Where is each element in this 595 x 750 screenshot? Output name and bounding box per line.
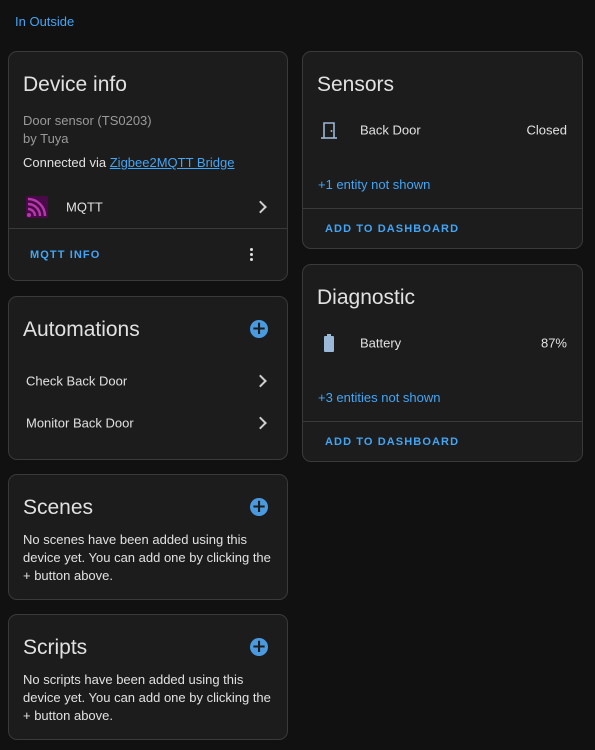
chevron-right-icon [254,374,267,388]
automation-label: Check Back Door [26,373,128,389]
diagnostic-title: Diagnostic [317,286,416,309]
battery-icon [324,334,334,352]
mqtt-integration-row[interactable]: MQTT [9,189,287,225]
diagnostic-entity-name: Battery [360,335,402,351]
sensors-divider [303,208,582,209]
device-manufacturer: by Tuya [23,131,69,146]
add-automation-icon[interactable]: + [250,320,268,338]
add-script-icon[interactable]: + [250,638,268,656]
mqtt-icon [26,196,48,218]
scenes-empty-text: No scenes have been added using this dev… [23,532,271,583]
scripts-empty-text: No scripts have been added using this de… [23,672,271,723]
sensors-add-to-dashboard-button[interactable]: ADD TO DASHBOARD [325,223,459,235]
diagnostic-entity-state: 87% [540,335,567,351]
add-scene-icon[interactable]: + [250,498,268,516]
automation-label: Monitor Back Door [26,415,134,431]
mqtt-info-button[interactable]: MQTT INFO [30,249,100,261]
device-info-title: Device info [23,73,127,96]
scripts-title: Scripts [23,636,88,659]
sensor-entity-row[interactable]: Back Door Closed [303,112,582,148]
sensors-title: Sensors [317,73,395,96]
mqtt-integration-label: MQTT [66,199,103,215]
automations-title: Automations [23,318,140,341]
automation-item[interactable]: Check Back Door [9,363,287,399]
sensor-entity-state: Closed [526,122,567,138]
chevron-right-icon [254,200,267,214]
door-icon [321,122,337,139]
automation-item[interactable]: Monitor Back Door [9,405,287,441]
breadcrumb-area-link[interactable]: In Outside [15,14,74,29]
connected-via-label: Connected via [23,155,110,170]
connected-via: Connected via Zigbee2MQTT Bridge [23,155,235,170]
scenes-card: Scenes + No scenes have been added using… [8,474,288,600]
sensors-hidden-entities-link[interactable]: +1 entity not shown [318,177,430,192]
sensors-card: Sensors Back Door Closed +1 entity not s… [302,51,583,249]
chevron-right-icon [254,416,267,430]
scenes-title: Scenes [23,496,94,519]
sensor-entity-name: Back Door [360,122,421,138]
automations-card: Automations + Check Back Door Monitor Ba… [8,296,288,460]
diagnostic-add-to-dashboard-button[interactable]: ADD TO DASHBOARD [325,436,459,448]
diagnostic-hidden-entities-link[interactable]: +3 entities not shown [318,390,441,405]
diagnostic-card: Diagnostic Battery 87% +3 entities not s… [302,264,583,462]
bridge-link[interactable]: Zigbee2MQTT Bridge [110,155,235,170]
device-info-divider [9,228,287,229]
scripts-card: Scripts + No scripts have been added usi… [8,614,288,740]
diagnostic-divider [303,421,582,422]
dots-vertical-icon[interactable] [247,245,257,265]
diagnostic-entity-row[interactable]: Battery 87% [303,325,582,361]
device-info-card: Device info Door sensor (TS0203) by Tuya… [8,51,288,281]
device-model: Door sensor (TS0203) [23,113,152,128]
